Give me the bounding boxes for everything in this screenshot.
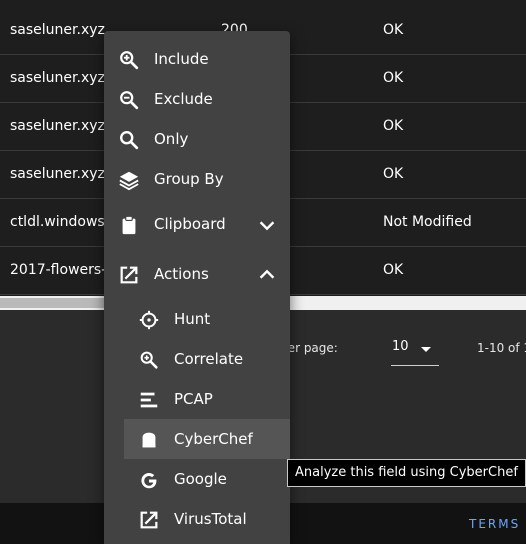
menu-label: VirusTotal bbox=[174, 510, 247, 528]
menu-item-correlate[interactable]: Correlate bbox=[104, 339, 290, 379]
menu-item-group-by[interactable]: Group By bbox=[104, 159, 290, 199]
zoom-out-icon bbox=[118, 89, 140, 111]
menu-label: Only bbox=[154, 130, 189, 148]
external-link-icon bbox=[138, 509, 160, 531]
menu-item-pcap[interactable]: PCAP bbox=[104, 379, 290, 419]
menu-item-only[interactable]: Only bbox=[104, 119, 290, 159]
cell-status[interactable]: OK bbox=[383, 103, 523, 150]
menu-label: Hunt bbox=[174, 310, 211, 328]
cell-status[interactable]: OK bbox=[383, 247, 523, 294]
cell-host[interactable]: saseluner.xyz bbox=[10, 103, 106, 150]
caret-down-icon bbox=[421, 347, 431, 352]
crosshairs-icon bbox=[138, 309, 160, 331]
menu-item-actions[interactable]: Actions bbox=[104, 254, 290, 294]
rows-per-page-select[interactable]: 10 bbox=[391, 332, 439, 366]
cell-status[interactable]: OK bbox=[383, 151, 523, 198]
menu-label: Actions bbox=[154, 265, 209, 283]
menu-label: Correlate bbox=[174, 350, 244, 368]
cell-host[interactable]: saseluner.xyz bbox=[10, 55, 106, 102]
magnify-plus-icon bbox=[138, 349, 160, 371]
chevron-up-icon[interactable] bbox=[256, 264, 278, 286]
open-in-new-icon bbox=[118, 264, 140, 286]
cell-status[interactable]: OK bbox=[383, 55, 523, 102]
terms-link[interactable]: TERMS bbox=[469, 517, 520, 531]
clipboard-icon bbox=[118, 214, 140, 236]
menu-item-exclude[interactable]: Exclude bbox=[104, 79, 290, 119]
menu-label: Google bbox=[174, 470, 227, 488]
google-icon bbox=[138, 469, 160, 491]
menu-label: CyberChef bbox=[174, 430, 253, 448]
menu-label: Clipboard bbox=[154, 215, 226, 233]
cell-status[interactable]: OK bbox=[383, 7, 523, 54]
cell-host[interactable]: saseluner.xyz bbox=[10, 151, 106, 198]
menu-label: Exclude bbox=[154, 90, 213, 108]
menu-item-clipboard[interactable]: Clipboard bbox=[104, 204, 290, 244]
page-range: 1-10 of 1 bbox=[477, 341, 526, 355]
chevron-down-icon[interactable] bbox=[256, 214, 278, 236]
cell-host[interactable]: ctldl.windows bbox=[10, 199, 106, 246]
menu-item-google[interactable]: Google bbox=[104, 459, 290, 499]
scrollbar-thumb[interactable] bbox=[0, 298, 104, 308]
cell-status[interactable]: Not Modified bbox=[383, 199, 523, 246]
field-context-menu: Include Exclude Only Group By Clipboard … bbox=[104, 31, 290, 544]
menu-label: Group By bbox=[154, 170, 224, 188]
layers-icon bbox=[118, 169, 140, 191]
chef-hat-icon bbox=[138, 429, 160, 451]
rows-per-page-value: 10 bbox=[392, 339, 409, 354]
list-bars-icon bbox=[138, 389, 160, 411]
cyberchef-tooltip: Analyze this field using CyberChef bbox=[287, 459, 526, 487]
search-icon bbox=[118, 129, 140, 151]
menu-label: Include bbox=[154, 50, 209, 68]
menu-item-cyberchef[interactable]: CyberChef bbox=[124, 419, 290, 459]
menu-item-virustotal[interactable]: VirusTotal bbox=[104, 499, 290, 539]
cell-host[interactable]: saseluner.xyz bbox=[10, 7, 106, 54]
menu-label: PCAP bbox=[174, 390, 213, 408]
menu-item-include[interactable]: Include bbox=[104, 39, 290, 79]
zoom-in-icon bbox=[118, 49, 140, 71]
cell-host[interactable]: 2017-flowers- bbox=[10, 247, 106, 294]
menu-item-hunt[interactable]: Hunt bbox=[104, 299, 290, 339]
